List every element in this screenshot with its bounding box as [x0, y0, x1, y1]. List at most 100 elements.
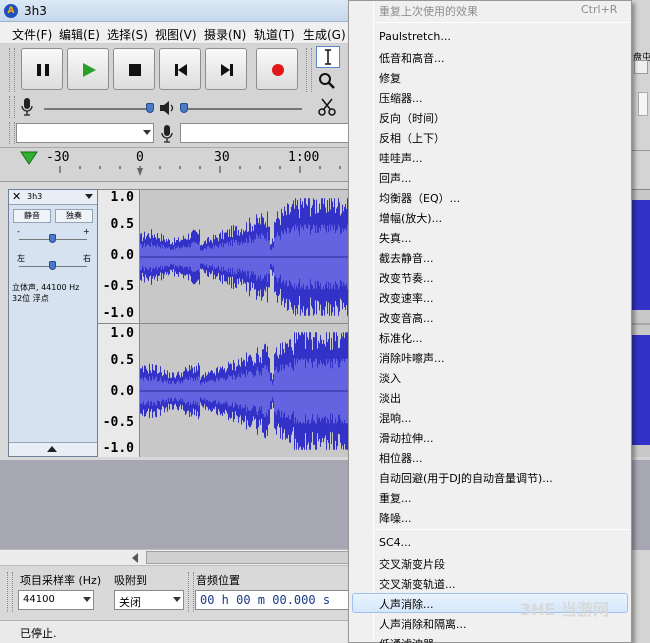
playback-volume-slider[interactable]	[182, 108, 302, 110]
recording-volume-thumb[interactable]	[146, 103, 154, 113]
menu-item-effect[interactable]: 修复	[379, 70, 401, 86]
waveform-right-svg	[140, 332, 350, 450]
menu-icon-gutter	[373, 1, 374, 642]
menu-separator	[375, 22, 629, 23]
audio-position-value: 00 h 00 m 00.000 s	[200, 593, 331, 607]
menu-item-effect[interactable]: 压缩器...	[379, 90, 423, 106]
pause-button[interactable]	[21, 48, 63, 90]
menu-item-repeat-last-effect[interactable]: 重复上次使用的效果	[379, 3, 478, 19]
right-partial-button[interactable]	[634, 60, 648, 74]
window-title: 3h3	[24, 4, 47, 18]
menu-item-effect[interactable]: 标准化...	[379, 330, 423, 346]
scroll-thumb[interactable]	[146, 551, 350, 564]
waveform-right-channel[interactable]	[140, 323, 350, 457]
menu-separator	[375, 529, 629, 530]
menu-generate[interactable]: 生成(G)	[303, 26, 346, 43]
cut-icon[interactable]	[316, 97, 338, 117]
stop-button[interactable]	[113, 48, 155, 90]
menu-item-effect[interactable]: 低通滤波器...	[379, 636, 445, 643]
menu-tracks[interactable]: 轨道(T)	[254, 26, 295, 43]
waveform-left-channel[interactable]	[140, 189, 350, 323]
menu-item-effect[interactable]: 均衡器（EQ）...	[379, 190, 460, 206]
close-track-icon[interactable]: ✕	[12, 190, 21, 203]
track-header[interactable]: ✕ 3h3	[9, 190, 97, 205]
skip-end-icon	[221, 64, 233, 76]
recording-volume-slider[interactable]	[44, 108, 152, 110]
menu-edit[interactable]: 编辑(E)	[59, 26, 100, 43]
menu-item-effect[interactable]: 改变速率...	[379, 290, 434, 306]
menu-item-effect[interactable]: 滑动拉伸...	[379, 430, 434, 446]
menu-record[interactable]: 摄录(N)	[204, 26, 246, 43]
snap-to-label: 吸附到	[114, 574, 147, 587]
menu-item-effect[interactable]: 重复...	[379, 490, 412, 506]
menu-item-effect[interactable]: SC4...	[379, 536, 411, 549]
scroll-left-arrow-icon[interactable]	[132, 553, 138, 563]
track-name[interactable]: 3h3	[27, 192, 42, 201]
pan-slider-thumb[interactable]	[49, 261, 56, 270]
collapse-track-button[interactable]	[9, 442, 97, 456]
menu-item-effect[interactable]: 改变节奏...	[379, 270, 434, 286]
ruler-ticks	[59, 166, 341, 176]
solo-button[interactable]: 独奏	[55, 209, 93, 223]
menu-item-effect[interactable]: 淡入	[379, 370, 401, 386]
menu-item-effect[interactable]: 反向（时间）	[379, 110, 445, 126]
right-partial-box[interactable]	[638, 92, 648, 116]
record-button[interactable]	[256, 48, 298, 90]
menu-item-effect[interactable]: 改变音高...	[379, 310, 434, 326]
audio-host-select[interactable]	[16, 123, 154, 143]
amplitude-scale-right[interactable]: 1.0 0.5 0.0 -0.5 -1.0	[98, 323, 140, 457]
amplitude-scale-left[interactable]: 1.0 0.5 0.0 -0.5 -1.0	[98, 189, 140, 323]
menu-item-effect[interactable]: 人声消除和隔离...	[379, 616, 467, 632]
menu-item-effect[interactable]: 交叉渐变片段	[379, 556, 445, 572]
selection-tool-button[interactable]	[316, 46, 340, 68]
playback-volume-thumb[interactable]	[180, 103, 188, 113]
menu-select[interactable]: 选择(S)	[107, 26, 148, 43]
audio-position-grip[interactable]	[188, 572, 194, 612]
toolbar-grip[interactable]	[9, 48, 15, 92]
project-rate-label: 项目采样率 (Hz)	[20, 574, 102, 587]
menu-item-effect[interactable]: Paulstretch...	[379, 30, 451, 43]
audio-position-field[interactable]: 00 h 00 m 00.000 s	[195, 590, 350, 610]
mixer-grip[interactable]	[9, 96, 15, 118]
menu-item-effect[interactable]: 截去静音...	[379, 250, 434, 266]
right-waveform-svg	[632, 200, 650, 445]
menu-item-effect[interactable]: 自动回避(用于DJ的自动音量调节)...	[379, 470, 553, 486]
gain-slider-thumb[interactable]	[49, 234, 56, 243]
skip-start-icon	[175, 64, 187, 76]
pan-right-label: 右	[83, 254, 91, 263]
menu-item-effect[interactable]: 增幅(放大)...	[379, 210, 442, 226]
menu-item-effect[interactable]: 哇哇声...	[379, 150, 423, 166]
selection-toolbar-grip[interactable]	[7, 572, 13, 612]
ruler-tick: 30	[214, 150, 230, 165]
play-head-triangle-icon	[20, 151, 38, 165]
zoom-tool-button[interactable]	[316, 70, 340, 92]
device-grip[interactable]	[9, 122, 15, 144]
menu-file[interactable]: 文件(F)	[12, 26, 52, 43]
menu-view[interactable]: 视图(V)	[155, 26, 197, 43]
project-rate-select[interactable]: 44100	[18, 590, 94, 610]
menu-item-effect[interactable]: 降噪...	[379, 510, 412, 526]
skip-end-button[interactable]	[205, 48, 247, 90]
play-button[interactable]	[67, 48, 109, 90]
repeat-last-effect-shortcut: Ctrl+R	[581, 3, 618, 16]
tools-grip[interactable]	[306, 48, 312, 92]
menu-item-effect[interactable]: 淡出	[379, 390, 401, 406]
skip-start-button[interactable]	[159, 48, 201, 90]
snap-to-select[interactable]: 关闭	[114, 590, 184, 610]
menu-item-effect[interactable]: 交叉渐变轨道...	[379, 576, 456, 592]
menu-item-effect[interactable]: 混响...	[379, 410, 412, 426]
menu-item-effect[interactable]: 消除咔嚓声...	[379, 350, 445, 366]
menu-item-effect[interactable]: 低音和高音...	[379, 50, 445, 66]
track-menu-chevron-icon[interactable]	[85, 194, 93, 199]
menu-item-effect[interactable]: 失真...	[379, 230, 412, 246]
microphone-icon	[161, 125, 173, 143]
menu-item-effect[interactable]: 相位器...	[379, 450, 423, 466]
ruler-tick: -30	[46, 150, 70, 165]
menu-item-effect[interactable]: 反相（上下）	[379, 130, 445, 146]
menu-item-effect[interactable]: 人声消除...	[379, 596, 434, 612]
right-empty-fragment	[632, 460, 650, 550]
mute-button[interactable]: 静音	[13, 209, 51, 223]
track-bitdepth-info: 32位 浮点	[12, 294, 49, 303]
menu-item-effect[interactable]: 回声...	[379, 170, 412, 186]
recording-device-select[interactable]	[180, 123, 350, 143]
